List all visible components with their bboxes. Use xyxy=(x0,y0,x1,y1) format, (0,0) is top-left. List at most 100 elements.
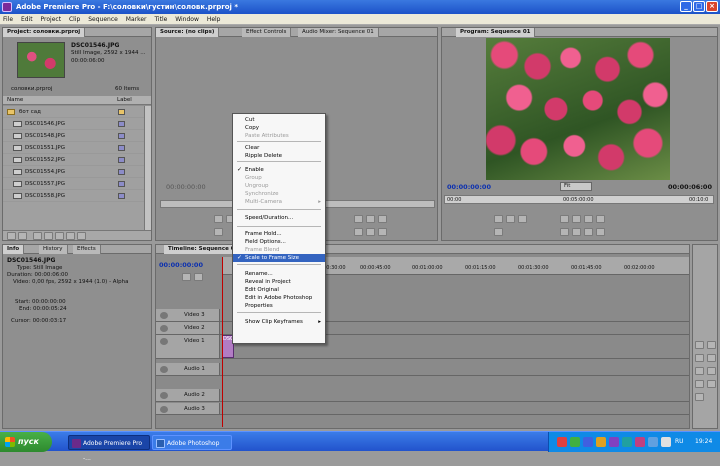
program-timecode-left[interactable]: 00:00:00:00 xyxy=(447,183,491,191)
menu-title[interactable]: Title xyxy=(154,16,167,23)
tab-effect-controls[interactable]: Effect Controls xyxy=(242,28,292,37)
menu-item-clear[interactable]: Clear xyxy=(233,144,325,152)
minimize-button[interactable]: _ xyxy=(680,1,692,12)
list-item[interactable]: DSC01554.JPG xyxy=(3,166,144,178)
play-icon[interactable] xyxy=(572,215,581,223)
menu-item-edit-in-photoshop[interactable]: Edit in Adobe Photoshop xyxy=(233,294,325,302)
trim-icon[interactable] xyxy=(584,228,593,236)
tab-program[interactable]: Program: Sequence 01 xyxy=(456,28,536,37)
menu-edit[interactable]: Edit xyxy=(21,16,33,23)
ripple-edit-icon[interactable] xyxy=(695,354,704,362)
menu-window[interactable]: Window xyxy=(175,16,199,23)
menu-item-ripple-delete[interactable]: Ripple Delete xyxy=(233,152,325,160)
menu-item-rename[interactable]: Rename... xyxy=(233,270,325,278)
menu-item-frame-hold[interactable]: Frame Hold... xyxy=(233,230,325,238)
step-back-icon[interactable] xyxy=(354,215,363,223)
razor-tool-icon[interactable] xyxy=(695,367,704,375)
menu-item-edit-original[interactable]: Edit Original xyxy=(233,286,325,294)
mark-out-icon[interactable] xyxy=(506,215,515,223)
tab-audio-mixer[interactable]: Audio Mixer: Sequence 01 xyxy=(298,28,379,37)
export-frame-icon[interactable] xyxy=(596,228,605,236)
eye-icon[interactable] xyxy=(160,325,168,332)
shuttle-icon[interactable] xyxy=(494,228,503,236)
menu-help[interactable]: Help xyxy=(207,16,221,23)
project-scrollbar[interactable] xyxy=(144,106,151,230)
set-marker-icon[interactable] xyxy=(194,273,203,281)
network-icon[interactable] xyxy=(661,437,671,447)
speaker-icon[interactable] xyxy=(160,392,168,399)
list-item[interactable]: DSC01552.JPG xyxy=(3,154,144,166)
menu-item-enable[interactable]: ✓ Enable xyxy=(233,166,325,174)
menu-item-scale-to-frame-size[interactable]: ✓ Scale to Frame Size xyxy=(233,254,325,262)
list-view-icon[interactable] xyxy=(7,232,16,240)
overlay-icon[interactable] xyxy=(366,228,375,236)
rolling-edit-icon[interactable] xyxy=(707,354,716,362)
list-item[interactable]: бот сад xyxy=(3,106,144,118)
tab-info[interactable]: Info xyxy=(3,245,25,254)
timeline-timecode[interactable]: 00:00:00:00 xyxy=(159,261,203,269)
eye-icon[interactable] xyxy=(160,312,168,319)
list-item[interactable]: DSC01551.JPG xyxy=(3,142,144,154)
menu-item-properties[interactable]: Properties xyxy=(233,302,325,310)
snap-icon[interactable] xyxy=(182,273,191,281)
shuttle-icon[interactable] xyxy=(214,228,223,236)
find-icon[interactable] xyxy=(44,232,53,240)
extract-icon[interactable] xyxy=(572,228,581,236)
tray-app-icon[interactable] xyxy=(609,437,619,447)
automate-icon[interactable] xyxy=(33,232,42,240)
tab-source[interactable]: Source: (no clips) xyxy=(156,28,220,37)
menu-sequence[interactable]: Sequence xyxy=(88,16,118,23)
column-label[interactable]: Label xyxy=(117,96,132,105)
taskbar-photoshop[interactable]: Adobe Photoshop xyxy=(152,435,232,450)
menu-project[interactable]: Project xyxy=(41,16,62,23)
export-frame-icon[interactable] xyxy=(378,228,387,236)
tab-timeline[interactable]: Timeline: Sequence 0 xyxy=(164,245,240,254)
tray-app-icon[interactable] xyxy=(596,437,606,447)
program-ruler[interactable]: 00:00 00:05:00:00 00:10:0 xyxy=(444,195,714,204)
taskbar-premiere[interactable]: Adobe Premiere Pro -... xyxy=(68,435,150,462)
playhead[interactable] xyxy=(222,257,223,427)
new-item-icon[interactable] xyxy=(66,232,75,240)
mark-in-icon[interactable] xyxy=(494,215,503,223)
tray-app-icon[interactable] xyxy=(570,437,580,447)
clear-icon[interactable] xyxy=(77,232,86,240)
menu-item-speed-duration[interactable]: Speed/Duration... xyxy=(233,214,325,222)
maximize-button[interactable]: □ xyxy=(693,1,705,12)
column-name[interactable]: Name xyxy=(7,96,23,105)
play-icon[interactable] xyxy=(366,215,375,223)
insert-icon[interactable] xyxy=(354,228,363,236)
start-button[interactable]: пуск xyxy=(0,432,52,452)
menu-marker[interactable]: Marker xyxy=(126,16,147,23)
icon-view-icon[interactable] xyxy=(18,232,27,240)
tab-effects[interactable]: Effects xyxy=(73,245,101,254)
menu-clip[interactable]: Clip xyxy=(69,16,80,23)
close-button[interactable]: × xyxy=(706,1,718,12)
zoom-select[interactable]: Fit xyxy=(560,182,592,191)
new-bin-icon[interactable] xyxy=(55,232,64,240)
tray-app-icon[interactable] xyxy=(622,437,632,447)
list-item[interactable]: DSC01546.JPG xyxy=(3,118,144,130)
tray-app-icon[interactable] xyxy=(635,437,645,447)
tab-history[interactable]: History xyxy=(39,245,68,254)
list-item[interactable]: DSC01557.JPG xyxy=(3,178,144,190)
speaker-icon[interactable] xyxy=(160,406,168,413)
slip-tool-icon[interactable] xyxy=(707,367,716,375)
zoom-tool-icon[interactable] xyxy=(695,393,704,401)
speaker-icon[interactable] xyxy=(160,366,168,373)
menu-item-show-clip-keyframes[interactable]: Show Clip Keyframes ▸ xyxy=(233,318,325,326)
step-back-icon[interactable] xyxy=(560,215,569,223)
eye-icon[interactable] xyxy=(160,338,168,345)
step-forward-icon[interactable] xyxy=(378,215,387,223)
tray-app-icon[interactable] xyxy=(583,437,593,447)
volume-icon[interactable] xyxy=(648,437,658,447)
list-item[interactable]: DSC01548.JPG xyxy=(3,130,144,142)
hand-tool-icon[interactable] xyxy=(707,380,716,388)
step-forward-icon[interactable] xyxy=(584,215,593,223)
lift-icon[interactable] xyxy=(560,228,569,236)
source-timecode[interactable]: 00:00:00:00 xyxy=(166,183,206,191)
list-item[interactable]: DSC01558.JPG xyxy=(3,190,144,202)
track-select-icon[interactable] xyxy=(707,341,716,349)
menu-file[interactable]: File xyxy=(3,16,13,23)
menu-item-field-options[interactable]: Field Options... xyxy=(233,238,325,246)
loop-icon[interactable] xyxy=(596,215,605,223)
